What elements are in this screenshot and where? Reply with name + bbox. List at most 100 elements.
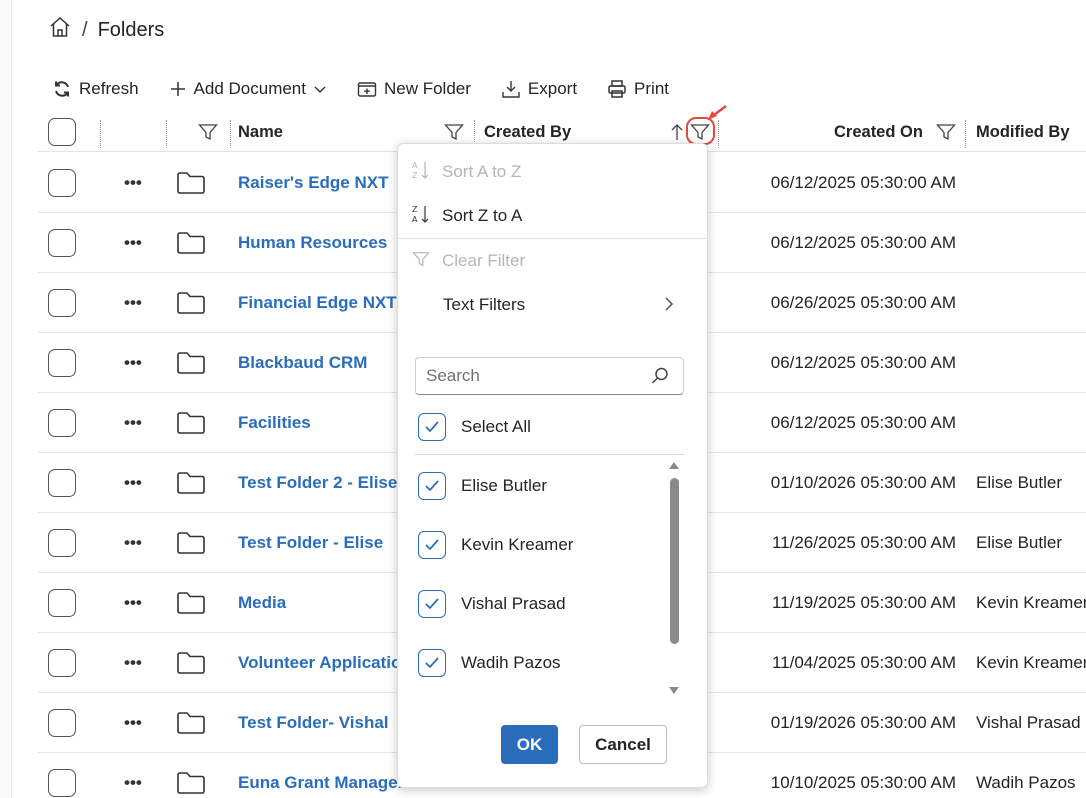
row-checkbox[interactable]	[48, 753, 76, 798]
type-filter-icon[interactable]	[198, 112, 218, 152]
row-actions-button[interactable]: •••	[124, 153, 142, 213]
printer-icon	[607, 79, 627, 99]
column-header-created-on[interactable]: Created On	[834, 112, 923, 152]
filter-option-checkbox[interactable]: Wadih Pazos	[418, 648, 688, 678]
filter-option-label: Elise Butler	[461, 476, 547, 495]
created-on-value: 11/04/2025 05:30:00 AM	[771, 653, 956, 672]
row-checkbox[interactable]	[48, 633, 76, 693]
folder-icon	[176, 573, 206, 633]
created-on-filter-icon[interactable]	[936, 112, 956, 152]
print-button[interactable]: Print	[607, 79, 669, 99]
cancel-button[interactable]: Cancel	[579, 725, 667, 764]
modified-by-value	[976, 213, 1086, 273]
row-checkbox[interactable]	[48, 273, 76, 333]
created-on-value: 11/26/2025 05:30:00 AM	[771, 533, 956, 552]
chevron-right-icon	[664, 296, 674, 317]
clear-filter-item[interactable]: Clear Filter	[398, 239, 709, 283]
select-all-checkbox[interactable]: Select All	[418, 412, 688, 442]
filter-option-checkbox[interactable]: Vishal Prasad	[418, 589, 688, 619]
column-separator	[965, 120, 966, 148]
checkmark-icon	[418, 649, 446, 677]
row-checkbox[interactable]	[48, 333, 76, 393]
column-header-name[interactable]: Name	[238, 112, 283, 152]
scroll-down-arrow-icon[interactable]	[669, 687, 679, 694]
chevron-down-icon	[313, 82, 327, 96]
sort-a-to-z-item[interactable]: AZ Sort A to Z	[398, 150, 709, 194]
created-on-value: 06/26/2025 05:30:00 AM	[770, 293, 956, 312]
modified-by-value: Elise Butler	[976, 473, 1062, 492]
export-label: Export	[527, 79, 578, 98]
text-filters-item[interactable]: Text Filters	[398, 283, 709, 327]
folder-icon	[176, 513, 206, 573]
select-all-label: Select All	[461, 417, 531, 436]
modified-by-value	[976, 393, 1086, 453]
row-checkbox[interactable]	[48, 213, 76, 273]
refresh-button[interactable]: Refresh	[52, 79, 139, 99]
filter-option-label: Kevin Kreamer	[461, 535, 574, 554]
sort-descending-alpha-icon: ZA	[412, 204, 430, 229]
folder-icon	[176, 453, 206, 513]
text-filters-label: Text Filters	[443, 295, 526, 314]
export-button[interactable]: Export	[501, 79, 577, 99]
page-title: Folders	[97, 18, 165, 41]
filter-search-input[interactable]	[415, 357, 684, 395]
row-checkbox[interactable]	[48, 693, 76, 753]
modified-by-value: Kevin Kreamer	[976, 593, 1086, 612]
row-checkbox[interactable]	[48, 153, 76, 213]
list-divider	[415, 454, 684, 455]
home-icon[interactable]	[48, 15, 72, 45]
row-actions-button[interactable]: •••	[124, 633, 142, 693]
row-actions-button[interactable]: •••	[124, 693, 142, 753]
row-actions-button[interactable]: •••	[124, 393, 142, 453]
folder-icon	[176, 393, 206, 453]
refresh-icon	[52, 79, 72, 99]
filter-option-checkbox[interactable]: Elise Butler	[418, 471, 688, 501]
clear-filter-icon	[412, 250, 430, 273]
new-folder-icon	[357, 80, 377, 98]
row-actions-button[interactable]: •••	[124, 573, 142, 633]
row-actions-button[interactable]: •••	[124, 273, 142, 333]
filter-option-label: Wadih Pazos	[461, 653, 561, 672]
add-document-button[interactable]: Add Document	[169, 79, 327, 99]
sort-a-to-z-label: Sort A to Z	[442, 162, 522, 181]
column-separator	[230, 120, 231, 148]
svg-text:A: A	[412, 161, 418, 170]
row-checkbox[interactable]	[48, 393, 76, 453]
sort-z-to-a-label: Sort Z to A	[442, 206, 523, 225]
scroll-up-arrow-icon[interactable]	[669, 462, 679, 469]
scrollbar-thumb[interactable]	[670, 478, 679, 644]
column-header-modified-by[interactable]: Modified By	[976, 112, 1070, 152]
row-checkbox[interactable]	[48, 513, 76, 573]
new-folder-button[interactable]: New Folder	[357, 79, 471, 99]
svg-text:Z: Z	[412, 205, 418, 214]
row-checkbox[interactable]	[48, 453, 76, 513]
breadcrumb: / Folders	[48, 16, 164, 44]
export-icon	[501, 79, 521, 99]
row-actions-button[interactable]: •••	[124, 453, 142, 513]
created-on-value: 06/12/2025 05:30:00 AM	[770, 173, 956, 192]
add-document-label: Add Document	[193, 79, 306, 98]
select-all-rows-checkbox[interactable]	[48, 112, 76, 152]
row-checkbox[interactable]	[48, 573, 76, 633]
ok-button[interactable]: OK	[501, 725, 558, 764]
filter-option-checkbox[interactable]: Kevin Kreamer	[418, 530, 688, 560]
column-filter-menu: AZ Sort A to Z ZA Sort Z to A Clear Filt…	[397, 143, 709, 788]
modified-by-value: Wadih Pazos	[976, 773, 1076, 792]
sort-z-to-a-item[interactable]: ZA Sort Z to A	[398, 194, 709, 238]
modified-by-value: Vishal Prasad	[976, 713, 1081, 732]
filter-option-label: Vishal Prasad	[461, 594, 566, 613]
breadcrumb-separator: /	[82, 18, 88, 41]
created-on-value: 01/19/2026 05:30:00 AM	[770, 713, 956, 732]
row-actions-button[interactable]: •••	[124, 753, 142, 798]
folder-icon	[176, 153, 206, 213]
folder-icon	[176, 213, 206, 273]
sort-ascending-alpha-icon: AZ	[412, 160, 430, 185]
row-actions-button[interactable]: •••	[124, 513, 142, 573]
created-on-value: 06/12/2025 05:30:00 AM	[770, 233, 956, 252]
folder-icon	[176, 333, 206, 393]
checkmark-icon	[418, 472, 446, 500]
row-actions-button[interactable]: •••	[124, 333, 142, 393]
checkmark-icon	[418, 413, 446, 441]
folder-icon	[176, 753, 206, 798]
row-actions-button[interactable]: •••	[124, 213, 142, 273]
